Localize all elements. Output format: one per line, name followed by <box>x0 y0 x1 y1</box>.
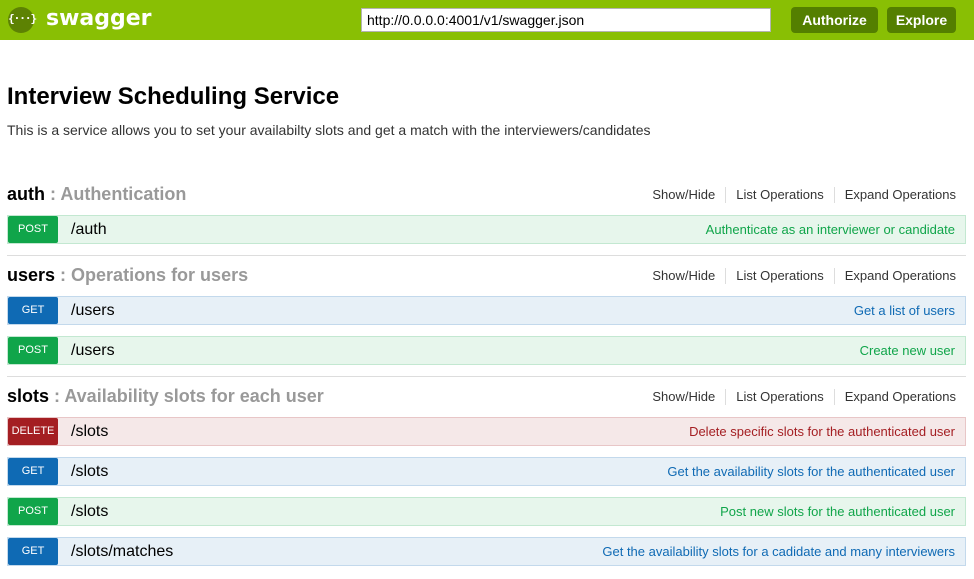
resource-separator: : <box>45 184 61 204</box>
operation-post-users[interactable]: POST /users Create new user <box>7 336 966 365</box>
expand-operations-link[interactable]: Expand Operations <box>835 187 956 203</box>
operation-get-slots[interactable]: GET /slots Get the availability slots fo… <box>7 457 966 486</box>
swagger-logo-icon[interactable]: {···} <box>8 7 37 33</box>
resource-name[interactable]: users <box>7 265 55 285</box>
show-hide-link[interactable]: Show/Hide <box>642 187 727 203</box>
operation-summary[interactable]: Create new user <box>860 337 955 364</box>
resource-heading[interactable]: auth : Authentication <box>7 182 186 206</box>
explore-button[interactable]: Explore <box>887 7 956 33</box>
resource-description: Authentication <box>60 184 187 204</box>
operation-path[interactable]: /slots/matches <box>71 538 173 565</box>
resource-separator: : <box>55 265 72 285</box>
operation-post-auth[interactable]: POST /auth Authenticate as an interviewe… <box>7 215 966 244</box>
operation-path[interactable]: /users <box>71 297 115 324</box>
http-method-badge[interactable]: GET <box>8 297 58 324</box>
operation-path[interactable]: /users <box>71 337 115 364</box>
show-hide-link[interactable]: Show/Hide <box>642 268 727 284</box>
resource-name[interactable]: slots <box>7 386 49 406</box>
operation-path[interactable]: /slots <box>71 418 108 445</box>
operation-path[interactable]: /slots <box>71 498 108 525</box>
logo-glyph: {···} <box>8 12 37 25</box>
http-method-badge[interactable]: POST <box>8 216 58 243</box>
list-operations-link[interactable]: List Operations <box>726 389 835 405</box>
http-method-badge[interactable]: GET <box>8 538 58 565</box>
resource-controls: Show/Hide List Operations Expand Operati… <box>642 389 956 405</box>
operation-summary[interactable]: Authenticate as an interviewer or candid… <box>706 216 955 243</box>
show-hide-link[interactable]: Show/Hide <box>642 389 727 405</box>
http-method-badge[interactable]: DELETE <box>8 418 58 445</box>
operation-get-users[interactable]: GET /users Get a list of users <box>7 296 966 325</box>
operation-get-slots-matches[interactable]: GET /slots/matches Get the availability … <box>7 537 966 566</box>
divider <box>7 255 966 256</box>
operation-path[interactable]: /slots <box>71 458 108 485</box>
brand-name[interactable]: swagger <box>46 5 152 33</box>
resource-heading[interactable]: users : Operations for users <box>7 263 248 287</box>
resource-description: Operations for users <box>71 265 249 285</box>
divider <box>7 376 966 377</box>
http-method-badge[interactable]: POST <box>8 337 58 364</box>
page-description: This is a service allows you to set your… <box>7 122 651 138</box>
operation-path[interactable]: /auth <box>71 216 107 243</box>
operation-post-slots[interactable]: POST /slots Post new slots for the authe… <box>7 497 966 526</box>
operation-summary[interactable]: Delete specific slots for the authentica… <box>689 418 955 445</box>
expand-operations-link[interactable]: Expand Operations <box>835 389 956 405</box>
operation-summary[interactable]: Get the availability slots for the authe… <box>667 458 955 485</box>
http-method-badge[interactable]: GET <box>8 458 58 485</box>
top-bar: {···} swagger Authorize Explore <box>0 0 974 40</box>
spec-url-input[interactable] <box>361 8 771 32</box>
expand-operations-link[interactable]: Expand Operations <box>835 268 956 284</box>
resource-heading[interactable]: slots : Availability slots for each user <box>7 384 324 408</box>
resource-controls: Show/Hide List Operations Expand Operati… <box>642 187 956 203</box>
authorize-button[interactable]: Authorize <box>791 7 878 33</box>
operation-summary[interactable]: Post new slots for the authenticated use… <box>720 498 955 525</box>
list-operations-link[interactable]: List Operations <box>726 187 835 203</box>
resource-name[interactable]: auth <box>7 184 45 204</box>
resource-description: Availability slots for each user <box>64 386 324 406</box>
list-operations-link[interactable]: List Operations <box>726 268 835 284</box>
operation-summary[interactable]: Get a list of users <box>854 297 955 324</box>
operation-delete-slots[interactable]: DELETE /slots Delete specific slots for … <box>7 417 966 446</box>
operation-summary[interactable]: Get the availability slots for a cadidat… <box>602 538 955 565</box>
http-method-badge[interactable]: POST <box>8 498 58 525</box>
resource-separator: : <box>49 386 65 406</box>
resource-controls: Show/Hide List Operations Expand Operati… <box>642 268 956 284</box>
page-title: Interview Scheduling Service <box>7 83 340 110</box>
